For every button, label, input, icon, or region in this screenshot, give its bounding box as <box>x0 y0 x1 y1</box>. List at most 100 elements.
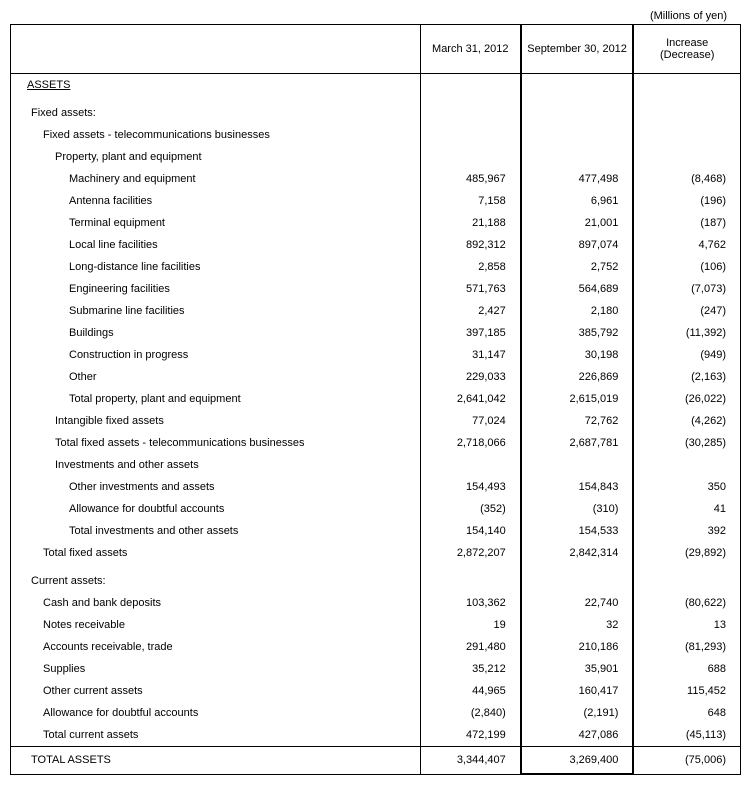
row-fa-telecom: Fixed assets - telecommunications busine… <box>11 124 741 146</box>
cell: 35,901 <box>521 658 634 680</box>
label: Terminal equipment <box>11 212 421 234</box>
cell: 229,033 <box>420 366 520 388</box>
cell: 2,752 <box>521 256 634 278</box>
cell: 77,024 <box>420 410 520 432</box>
label: TOTAL ASSETS <box>11 747 421 775</box>
table-header: March 31, 2012 September 30, 2012 Increa… <box>11 25 741 74</box>
cell: 892,312 <box>420 234 520 256</box>
cell: (352) <box>420 498 520 520</box>
assets-title: ASSETS <box>19 65 70 97</box>
label: Total fixed assets - telecommunications … <box>11 432 421 454</box>
cell: 564,689 <box>521 278 634 300</box>
cell: 571,763 <box>420 278 520 300</box>
cell: 154,140 <box>420 520 520 542</box>
table-row: Long-distance line facilities 2,858 2,75… <box>11 256 741 278</box>
table-row: Machinery and equipment 485,967 477,498 … <box>11 168 741 190</box>
cell: 291,480 <box>420 636 520 658</box>
table-row: Terminal equipment 21,188 21,001 (187) <box>11 212 741 234</box>
cell: (196) <box>633 190 740 212</box>
table-row: Supplies 35,212 35,901 688 <box>11 658 741 680</box>
cell: 4,762 <box>633 234 740 256</box>
header-col3-l1: Increase <box>666 37 708 49</box>
cell: 31,147 <box>420 344 520 366</box>
label: Total current assets <box>11 724 421 747</box>
table-row: Notes receivable 19 32 13 <box>11 614 741 636</box>
label: Notes receivable <box>11 614 421 636</box>
cell: (29,892) <box>633 542 740 564</box>
table-row: Allowance for doubtful accounts (2,840) … <box>11 702 741 724</box>
label: Investments and other assets <box>11 454 421 476</box>
cell: 21,188 <box>420 212 520 234</box>
label: Supplies <box>11 658 421 680</box>
cell: 72,762 <box>521 410 634 432</box>
cell: 397,185 <box>420 322 520 344</box>
cell: 19 <box>420 614 520 636</box>
label: Construction in progress <box>11 344 421 366</box>
row-inv-other: Investments and other assets <box>11 454 741 476</box>
table-row: Allowance for doubtful accounts (352) (3… <box>11 498 741 520</box>
table-row: Submarine line facilities 2,427 2,180 (2… <box>11 300 741 322</box>
cell: (45,113) <box>633 724 740 747</box>
label: Submarine line facilities <box>11 300 421 322</box>
table-row: Construction in progress 31,147 30,198 (… <box>11 344 741 366</box>
cell: 350 <box>633 476 740 498</box>
table-row: Other 229,033 226,869 (2,163) <box>11 366 741 388</box>
header-col2: September 30, 2012 <box>521 25 634 74</box>
cell: (26,022) <box>633 388 740 410</box>
table-row: Total fixed assets - telecommunications … <box>11 432 741 454</box>
balance-sheet-table: March 31, 2012 September 30, 2012 Increa… <box>10 24 741 775</box>
cell: 2,641,042 <box>420 388 520 410</box>
cell: 115,452 <box>633 680 740 702</box>
cell: 2,858 <box>420 256 520 278</box>
cell: (30,285) <box>633 432 740 454</box>
table-row: Total current assets 472,199 427,086 (45… <box>11 724 741 747</box>
table-row: Cash and bank deposits 103,362 22,740 (8… <box>11 592 741 614</box>
row-ppe: Property, plant and equipment <box>11 146 741 168</box>
cell: 3,344,407 <box>420 747 520 775</box>
cell: 2,872,207 <box>420 542 520 564</box>
cell: (80,622) <box>633 592 740 614</box>
section-assets: ASSETS <box>11 74 741 97</box>
table-row: Buildings 397,185 385,792 (11,392) <box>11 322 741 344</box>
cell: (310) <box>521 498 634 520</box>
cell: (8,468) <box>633 168 740 190</box>
cell: (949) <box>633 344 740 366</box>
table-row: Other investments and assets 154,493 154… <box>11 476 741 498</box>
cell: 385,792 <box>521 322 634 344</box>
cell: 472,199 <box>420 724 520 747</box>
cell: 2,180 <box>521 300 634 322</box>
label: Other investments and assets <box>11 476 421 498</box>
cell: (2,840) <box>420 702 520 724</box>
cell: (75,006) <box>633 747 740 775</box>
label: Long-distance line facilities <box>11 256 421 278</box>
cell: 154,843 <box>521 476 634 498</box>
label: Allowance for doubtful accounts <box>11 702 421 724</box>
cell: (2,191) <box>521 702 634 724</box>
header-col1: March 31, 2012 <box>420 25 520 74</box>
cell: 477,498 <box>521 168 634 190</box>
cell: 485,967 <box>420 168 520 190</box>
label: Intangible fixed assets <box>11 410 421 432</box>
cell: 32 <box>521 614 634 636</box>
cell: 41 <box>633 498 740 520</box>
cell: (11,392) <box>633 322 740 344</box>
cell: 154,533 <box>521 520 634 542</box>
cell: (7,073) <box>633 278 740 300</box>
cell: 30,198 <box>521 344 634 366</box>
table-row: Other current assets 44,965 160,417 115,… <box>11 680 741 702</box>
cell: 226,869 <box>521 366 634 388</box>
cell: 2,427 <box>420 300 520 322</box>
cell: 688 <box>633 658 740 680</box>
label: Antenna facilities <box>11 190 421 212</box>
header-blank <box>11 25 421 74</box>
unit-label: (Millions of yen) <box>10 10 741 22</box>
label: Other current assets <box>11 680 421 702</box>
cell: (4,262) <box>633 410 740 432</box>
cell: 35,212 <box>420 658 520 680</box>
label: Total investments and other assets <box>11 520 421 542</box>
cell: 2,842,314 <box>521 542 634 564</box>
label: Cash and bank deposits <box>11 592 421 614</box>
cell: 154,493 <box>420 476 520 498</box>
cell: 427,086 <box>521 724 634 747</box>
cell: 3,269,400 <box>521 747 634 775</box>
